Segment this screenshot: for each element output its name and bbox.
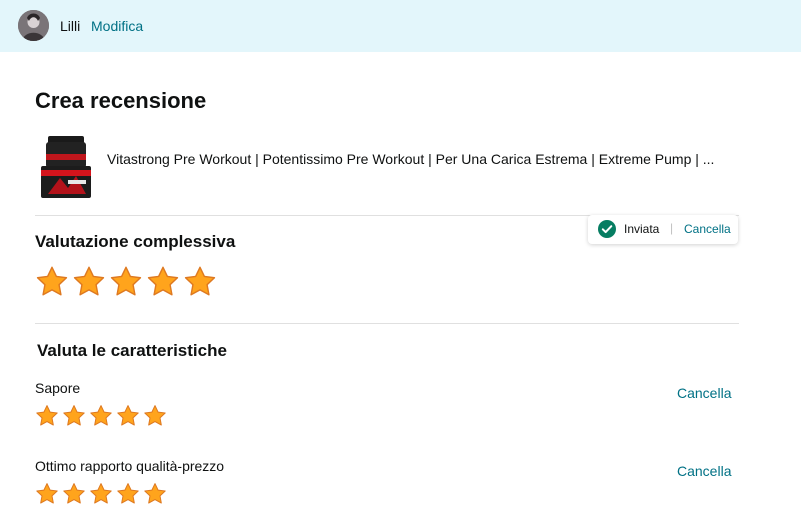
feature-label-sapore: Sapore [35, 380, 81, 396]
header-bar: Lilli Modifica [0, 0, 801, 52]
star-icon[interactable] [116, 404, 140, 428]
status-box: Inviata | Cancella [588, 215, 738, 244]
feature-cancel-link-sapore[interactable]: Cancella [677, 385, 731, 401]
star-icon[interactable] [62, 482, 86, 506]
avatar[interactable] [18, 10, 49, 41]
star-icon[interactable] [62, 404, 86, 428]
edit-profile-link[interactable]: Modifica [91, 18, 143, 34]
star-icon[interactable] [35, 404, 59, 428]
star-icon[interactable] [143, 482, 167, 506]
username: Lilli [60, 18, 81, 34]
star-icon[interactable] [89, 404, 113, 428]
overall-cancel-link[interactable]: Cancella [684, 222, 731, 236]
feature-label-value-for-money: Ottimo rapporto qualità-prezzo [35, 458, 225, 474]
star-icon[interactable] [35, 482, 59, 506]
status-submitted: Inviata [624, 222, 660, 236]
star-icon[interactable] [146, 265, 180, 299]
star-icon[interactable] [109, 265, 143, 299]
star-icon[interactable] [116, 482, 140, 506]
overall-rating-title: Valutazione complessiva [35, 232, 236, 251]
page-title: Crea recensione [35, 88, 207, 113]
star-icon[interactable] [72, 265, 106, 299]
star-icon[interactable] [35, 265, 69, 299]
star-icon[interactable] [143, 404, 167, 428]
overall-star-rating [35, 265, 220, 299]
feature-star-rating-value-for-money [35, 482, 170, 506]
divider [35, 323, 739, 324]
star-icon[interactable] [89, 482, 113, 506]
product-title[interactable]: Vitastrong Pre Workout | Potentissimo Pr… [107, 151, 714, 167]
status-separator: | [670, 221, 674, 235]
star-icon[interactable] [183, 265, 217, 299]
feature-cancel-link-value-for-money[interactable]: Cancella [677, 463, 731, 479]
check-circle-icon [598, 220, 616, 238]
features-title: Valuta le caratteristiche [37, 341, 227, 360]
feature-star-rating-sapore [35, 404, 170, 428]
product-image[interactable] [38, 136, 94, 200]
